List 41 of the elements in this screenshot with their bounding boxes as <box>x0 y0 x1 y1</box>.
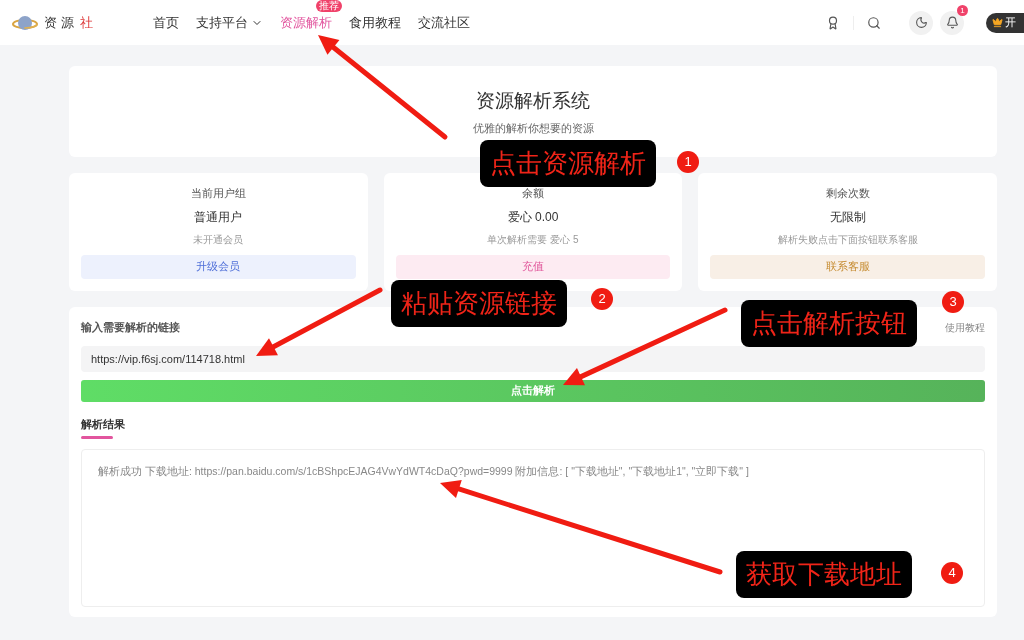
nav-link[interactable]: 食用教程 <box>349 12 402 33</box>
bell-icon <box>945 16 959 29</box>
stat-title: 余额 <box>522 186 544 201</box>
search-icon[interactable] <box>867 15 881 30</box>
logo-accent-text: 社 <box>80 13 94 32</box>
result-heading: 解析结果 <box>81 416 125 432</box>
moon-icon <box>914 16 928 29</box>
stat-button[interactable]: 升级会员 <box>81 254 356 279</box>
callout-label: 点击解析按钮 <box>741 300 917 347</box>
nav-badge: 推荐 <box>316 0 343 12</box>
stat-title: 当前用户组 <box>190 186 246 201</box>
url-input-field[interactable]: https://vip.f6sj.com/114718.html <box>81 345 985 372</box>
stat-title: 剩余次数 <box>825 186 870 201</box>
callout-label: 点击资源解析 <box>480 140 656 187</box>
nav-link[interactable]: 交流社区 <box>418 12 471 33</box>
heading-underline <box>81 436 113 439</box>
tutorial-link[interactable]: 使用教程 <box>945 319 985 335</box>
dark-mode-button[interactable] <box>909 10 933 35</box>
callout-label: 粘贴资源链接 <box>391 280 567 327</box>
nav-link[interactable]: 支持平台 <box>196 12 264 33</box>
nav-link[interactable]: 首页 <box>153 12 180 33</box>
stat-note: 单次解析需要 爱心 5 <box>487 232 579 247</box>
callout-label: 获取下载地址 <box>736 551 912 598</box>
step-number: 3 <box>942 291 964 313</box>
stat-value: 爱心 0.00 <box>507 208 559 226</box>
result-text: 解析成功 下载地址: https://pan.baidu.com/s/1cBShpcEJAG4VwYdWT4cDaQ?pwd=9999 附加信息: [ "下载地址", "下载地址1", "立即下载" ] <box>98 464 750 479</box>
stat-value: 无限制 <box>829 208 866 226</box>
input-label: 输入需要解析的链接 <box>81 320 180 335</box>
notification-button[interactable] <box>940 10 964 35</box>
page-title: 资源解析系统 <box>476 89 590 113</box>
vip-button[interactable]: 开 <box>986 12 1024 33</box>
nav-link[interactable]: 资源解析 <box>280 12 333 33</box>
stat-note: 未开通会员 <box>193 232 244 247</box>
stat-note: 解析失败点击下面按钮联系客服 <box>777 232 918 247</box>
logo-text: 资 源 <box>44 13 75 32</box>
step-number: 1 <box>677 151 699 173</box>
stat-value: 普通用户 <box>194 208 243 226</box>
notification-count: 1 <box>957 4 968 16</box>
ribbon-icon[interactable] <box>826 15 840 30</box>
crown-icon <box>992 17 1003 28</box>
page-subtitle: 优雅的解析你想要的资源 <box>472 120 594 136</box>
